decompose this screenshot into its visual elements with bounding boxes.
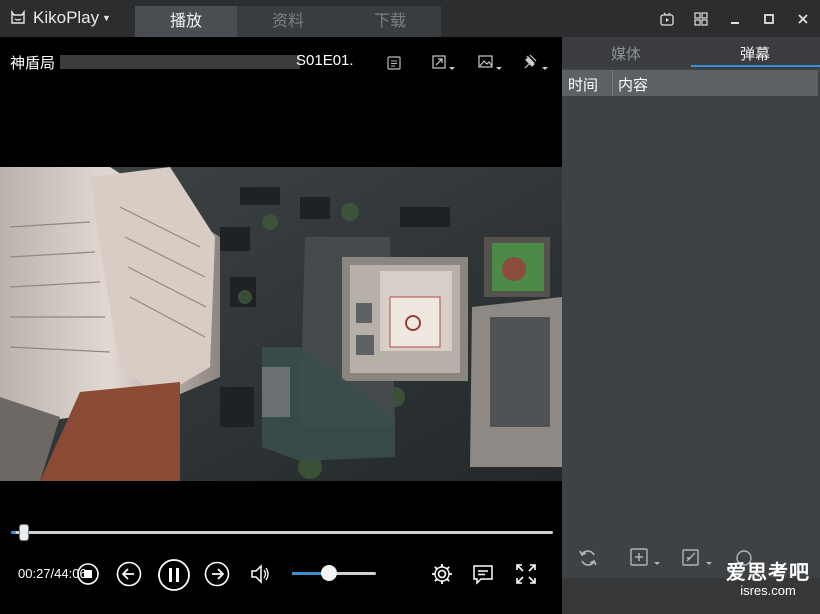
volume-fill (292, 572, 321, 575)
progress-bar[interactable] (11, 524, 553, 541)
title-redaction (60, 55, 300, 69)
active-tab-underline (691, 65, 820, 67)
tab-danmaku[interactable]: 弹幕 (740, 43, 770, 64)
stop-icon[interactable] (77, 563, 99, 585)
screenshot-icon[interactable] (478, 53, 506, 73)
pin-icon[interactable] (522, 53, 552, 73)
window-mode-icon[interactable] (432, 53, 456, 73)
prev-icon[interactable] (116, 561, 142, 587)
progress-knob[interactable] (19, 524, 30, 541)
side-panel: 媒体 弹幕 时间 内容 (562, 37, 820, 614)
fullscreen-icon[interactable] (515, 563, 537, 585)
maximize-icon[interactable] (752, 0, 786, 37)
danmaku-table-header: 时间 内容 (562, 70, 818, 96)
side-tabs: 媒体 弹幕 (562, 37, 820, 68)
watermark-text: 爱思考吧 (726, 562, 810, 584)
tab-media[interactable]: 媒体 (611, 43, 641, 64)
volume-icon[interactable] (249, 563, 271, 585)
video-frame (0, 167, 562, 481)
minimize-icon[interactable] (718, 0, 752, 37)
main-tabs: 播放 资料 下载 (135, 6, 441, 37)
close-icon[interactable] (786, 0, 820, 37)
volume-slider[interactable] (292, 565, 376, 581)
cat-logo-icon[interactable] (10, 9, 26, 25)
caret-down-icon[interactable]: ▼ (102, 13, 111, 23)
edit-icon[interactable] (682, 548, 718, 568)
watermark-url: isres.com (740, 583, 796, 598)
progress-fill (11, 531, 17, 534)
video-title: 神盾局 (10, 55, 56, 72)
app-name[interactable]: KikoPlay (33, 8, 99, 28)
volume-knob[interactable] (320, 565, 337, 581)
title-bar: KikoPlay ▼ 播放 资料 下载 (0, 0, 820, 37)
refresh-icon[interactable] (578, 548, 598, 568)
danmaku-icon[interactable] (472, 563, 494, 585)
tab-play[interactable]: 播放 (135, 6, 237, 37)
playlist-icon[interactable] (387, 53, 401, 73)
video-player[interactable]: 神盾局 S01E01. 00:27/44:06 (0, 37, 562, 614)
next-icon[interactable] (204, 561, 230, 587)
settings-icon[interactable] (431, 563, 453, 585)
tab-library[interactable]: 资料 (237, 6, 339, 37)
grid-icon[interactable] (684, 0, 718, 37)
tab-download[interactable]: 下载 (339, 6, 441, 37)
video-title-episode: S01E01. (296, 52, 354, 69)
window-controls (650, 0, 820, 37)
column-divider[interactable] (612, 70, 613, 96)
column-content[interactable]: 内容 (618, 74, 648, 95)
tv-icon[interactable] (650, 0, 684, 37)
add-icon[interactable] (630, 548, 666, 568)
column-time[interactable]: 时间 (568, 74, 598, 95)
pause-icon[interactable] (157, 558, 191, 592)
watermark: 爱思考吧 isres.com (726, 556, 810, 598)
